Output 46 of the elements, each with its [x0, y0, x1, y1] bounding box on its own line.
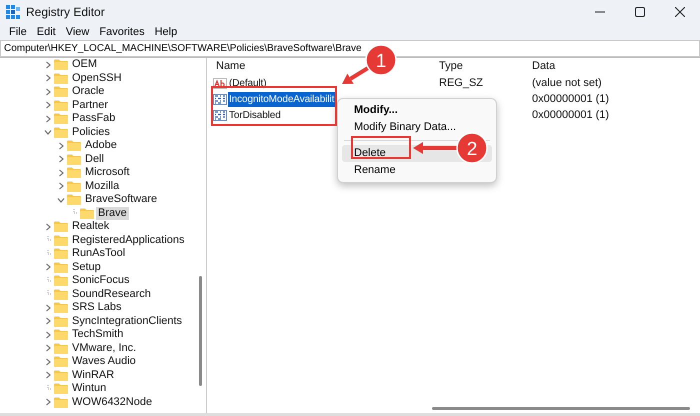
step-number-badge: 1: [365, 44, 397, 76]
tree-item[interactable]: Dell: [83, 152, 106, 166]
column-header[interactable]: Name: [216, 60, 246, 72]
value-data: 0x00000001 (1): [532, 108, 610, 123]
value-name[interactable]: IncognitoModeAvailabilit: [228, 92, 336, 106]
window-title: Registry Editor: [26, 4, 105, 21]
tree-item[interactable]: SoundResearch: [70, 288, 153, 301]
tree-item[interactable]: Microsoft: [83, 166, 132, 180]
tree-item[interactable]: WinRAR: [70, 368, 116, 382]
tree-item[interactable]: OpenSSH: [70, 72, 124, 85]
tree-item[interactable]: PassFab: [70, 112, 118, 126]
tree-item[interactable]: RunAsTool: [70, 247, 128, 260]
tree-item[interactable]: RegisteredApplications: [70, 234, 187, 247]
tree-item[interactable]: VMware, Inc.: [70, 342, 138, 355]
value-name[interactable]: TorDisabled: [228, 108, 282, 122]
tree-item[interactable]: SRS Labs: [70, 301, 124, 314]
tree-item[interactable]: Policies: [70, 126, 112, 139]
tree-item[interactable]: Waves Audio: [70, 355, 138, 368]
tree-item[interactable]: Wintun: [70, 382, 108, 396]
value-name[interactable]: (Default): [228, 76, 268, 90]
tree-item[interactable]: Setup: [70, 260, 103, 274]
tree-item[interactable]: WOW6432Node: [70, 396, 154, 409]
menu-item[interactable]: File: [4, 25, 32, 39]
tree-item[interactable]: Realtek: [70, 220, 112, 234]
menu-item[interactable]: Rename: [342, 162, 492, 179]
menu-item[interactable]: Favorites: [94, 25, 150, 39]
menu-item[interactable]: Edit: [32, 25, 61, 39]
step-number-badge: 2: [456, 132, 488, 164]
tree-item[interactable]: OEM: [70, 58, 100, 72]
tree-item[interactable]: Partner: [70, 98, 110, 112]
tree-item[interactable]: BraveSoftware: [83, 193, 160, 206]
tree-item[interactable]: TechSmith: [70, 328, 126, 342]
tree-item[interactable]: Adobe: [83, 139, 119, 152]
value-data: (value not set): [532, 76, 603, 91]
tree-item[interactable]: SyncIntegrationClients: [70, 314, 184, 328]
menu-item[interactable]: Modify...: [342, 102, 492, 119]
column-header[interactable]: Data: [532, 60, 556, 72]
tree-item[interactable]: Mozilla: [83, 180, 122, 193]
menu-item[interactable]: View: [60, 25, 94, 39]
tree-item[interactable]: Oracle: [70, 85, 106, 98]
tree-item[interactable]: Brave: [96, 206, 129, 220]
column-header[interactable]: Type: [439, 60, 463, 72]
value-data: 0x00000001 (1): [532, 92, 610, 107]
value-type: REG_SZ: [439, 76, 484, 91]
menu-item[interactable]: Help: [150, 25, 182, 39]
tree-item[interactable]: SonicFocus: [70, 274, 132, 288]
